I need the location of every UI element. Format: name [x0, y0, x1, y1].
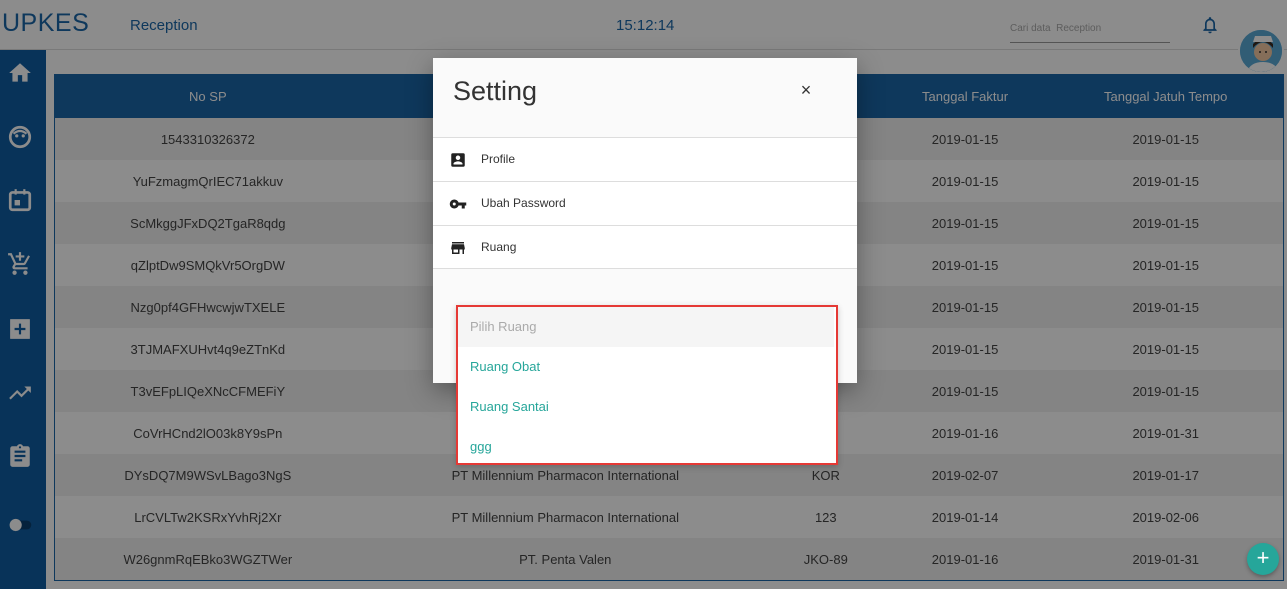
key-icon [449, 199, 467, 209]
dropdown-option[interactable]: Ruang Obat [458, 347, 834, 387]
ruang-dropdown[interactable]: Pilih Ruang Ruang Obat Ruang Santai ggg [456, 305, 838, 465]
dropdown-option[interactable]: ggg [458, 427, 834, 467]
dropdown-placeholder: Pilih Ruang [458, 307, 834, 347]
menu-item-ruang[interactable]: Ruang [433, 225, 857, 269]
dropdown-option[interactable]: Ruang Santai [458, 387, 834, 427]
menu-item-ubah-password[interactable]: Ubah Password [433, 181, 857, 225]
menu-item-profile[interactable]: Profile [433, 137, 857, 181]
menu-item-label: Ruang [481, 240, 517, 254]
modal-title: Setting [453, 76, 538, 106]
menu-item-label: Profile [481, 152, 516, 166]
account-box-icon [451, 153, 465, 167]
add-fab-button[interactable]: + [1247, 543, 1279, 575]
menu-item-label: Ubah Password [481, 196, 566, 210]
store-icon [451, 242, 465, 254]
close-button[interactable]: × [795, 80, 817, 102]
